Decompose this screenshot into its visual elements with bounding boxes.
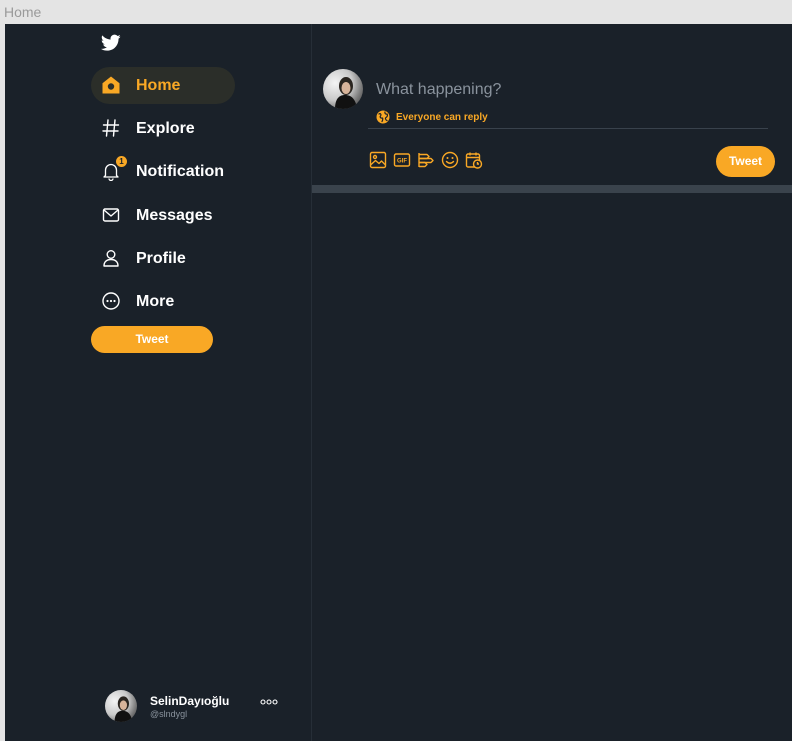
sidebar-item-more[interactable]: More [91, 283, 235, 320]
account-switcher[interactable]: SelinDayıoğlu @slndygl [105, 688, 285, 724]
envelope-icon [102, 208, 120, 222]
sidebar-item-explore[interactable]: Explore [91, 110, 235, 147]
image-icon[interactable] [369, 151, 387, 169]
sidebar: Home Explore 1 Notification Messages Pro… [5, 24, 312, 741]
svg-text:GIF: GIF [397, 159, 407, 165]
user-icon [103, 250, 119, 267]
reply-scope-label: Everyone can reply [396, 111, 488, 123]
compose-tweet-button[interactable]: Tweet [716, 146, 775, 177]
sidebar-item-messages[interactable]: Messages [91, 197, 235, 234]
main-feed: Everyone can reply GIF [312, 24, 792, 741]
sidebar-item-label: Messages [136, 207, 213, 224]
compose-input[interactable] [376, 79, 736, 101]
gif-icon[interactable]: GIF [393, 151, 411, 169]
hashtag-icon [102, 119, 120, 137]
sidebar-tweet-button[interactable]: Tweet [91, 326, 213, 353]
frame-label: Home [4, 4, 42, 20]
schedule-icon[interactable] [465, 151, 483, 169]
sidebar-item-label: Profile [136, 250, 186, 267]
twitter-app: Home Explore 1 Notification Messages Pro… [5, 24, 792, 741]
user-name: SelinDayıoğlu [150, 694, 230, 708]
sidebar-item-label: More [136, 293, 175, 310]
more-circle-icon [102, 292, 120, 310]
avatar [323, 69, 363, 109]
more-horizontal-icon[interactable] [260, 698, 278, 706]
sidebar-item-home[interactable]: Home [91, 67, 235, 104]
compose-toolbar: GIF [369, 151, 489, 169]
twitter-bird-icon[interactable] [101, 34, 121, 52]
avatar [105, 690, 137, 722]
compose-separator [312, 185, 792, 193]
reply-scope-selector[interactable]: Everyone can reply [376, 109, 488, 125]
globe-icon [376, 110, 390, 124]
sidebar-item-notification[interactable]: 1 Notification [91, 153, 235, 190]
notification-badge: 1 [116, 156, 127, 167]
poll-icon[interactable] [417, 151, 435, 169]
home-icon [102, 76, 120, 94]
sidebar-item-label: Home [136, 77, 181, 94]
compose-divider [368, 128, 768, 129]
sidebar-item-profile[interactable]: Profile [91, 240, 235, 277]
emoji-icon[interactable] [441, 151, 459, 169]
sidebar-item-label: Notification [136, 163, 224, 180]
user-handle: @slndygl [150, 709, 188, 719]
sidebar-item-label: Explore [136, 120, 195, 137]
